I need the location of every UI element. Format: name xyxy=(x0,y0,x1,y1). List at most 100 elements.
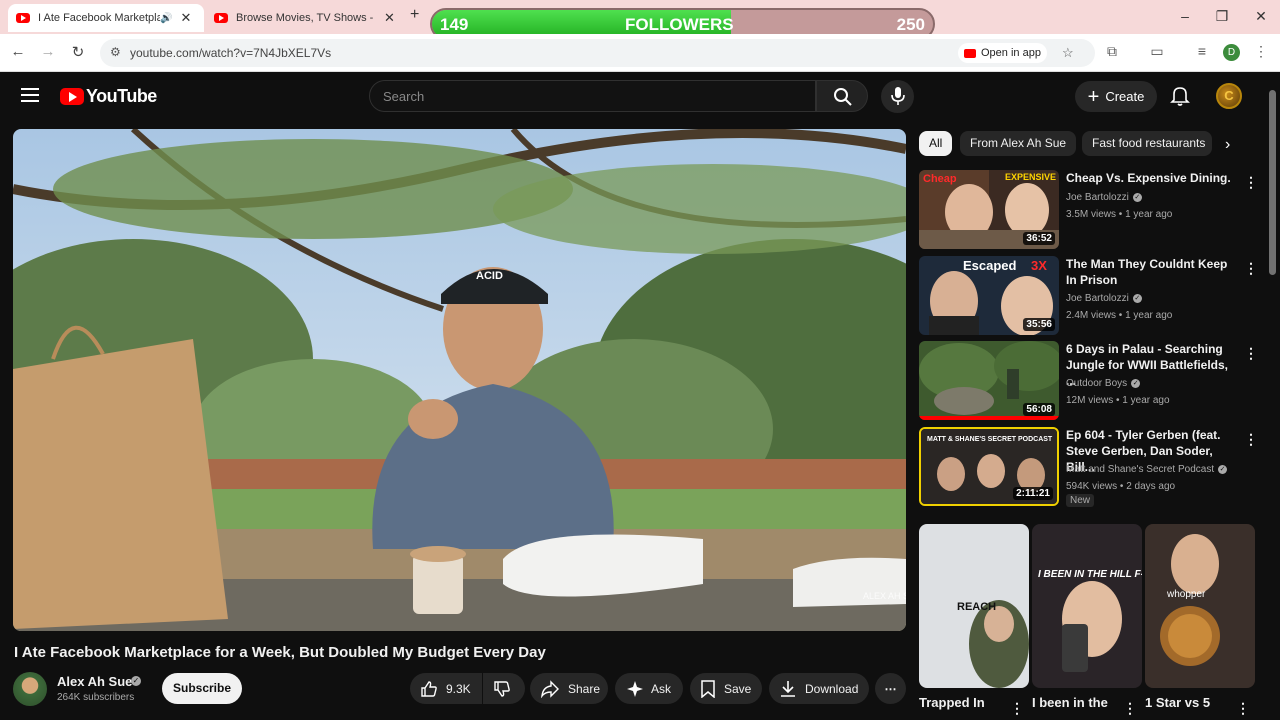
more-vertical-icon[interactable]: ⋮ xyxy=(1236,700,1250,717)
new-tab-icon[interactable]: + xyxy=(410,6,419,24)
more-vertical-icon[interactable]: ⋮ xyxy=(1244,174,1258,191)
shorts-title[interactable]: I been in the xyxy=(1032,695,1108,710)
shorts-title[interactable]: 1 Star vs 5 xyxy=(1145,695,1210,710)
video-player[interactable]: ACID ALEX AH SUE xyxy=(13,129,906,631)
verified-check-icon: ✓ xyxy=(1132,293,1142,303)
youtube-play-logo-icon xyxy=(60,88,84,105)
thumb-overlay-text: EXPENSIVE xyxy=(1005,172,1056,182)
shorts-item[interactable]: whopper xyxy=(1145,524,1255,688)
recommendation-channel[interactable]: Outdoor Boys ✓ xyxy=(1066,378,1141,389)
more-actions-button[interactable]: ⋯ xyxy=(875,673,906,704)
open-in-app-button[interactable]: Open in app xyxy=(958,43,1047,63)
forward-icon[interactable]: → xyxy=(38,43,58,60)
browser-menu-icon[interactable]: ⋮ xyxy=(1251,43,1271,60)
recommendation-item[interactable]: 56:08 6 Days in Palau - Searching Jungle… xyxy=(919,341,1264,421)
youtube-logo[interactable]: YouTube xyxy=(60,86,157,107)
subscribe-button[interactable]: Subscribe xyxy=(162,673,242,704)
shorts-title[interactable]: Trapped In xyxy=(919,695,985,710)
voice-search-button[interactable] xyxy=(881,80,914,113)
channel-label: Matt and Shane's Secret Podcast xyxy=(1066,464,1215,475)
verified-check-icon: ✓ xyxy=(1132,192,1142,202)
ask-button[interactable]: Ask xyxy=(615,673,683,704)
video-thumbnail[interactable]: MATT & SHANE'S SECRET PODCAST 2:11:21 xyxy=(919,427,1059,506)
more-vertical-icon[interactable]: ⋮ xyxy=(1010,700,1024,717)
download-icon xyxy=(781,680,795,697)
svg-text:ACID: ACID xyxy=(476,270,503,282)
verified-check-icon: ✓ xyxy=(1131,378,1141,388)
share-button[interactable]: Share xyxy=(530,673,608,704)
search-input[interactable]: Search xyxy=(369,80,816,112)
cast-icon[interactable]: ▭ xyxy=(1147,43,1167,60)
like-count: 9.3K xyxy=(446,681,471,696)
recommendation-title[interactable]: The Man They Couldnt Keep In Prison xyxy=(1066,256,1234,288)
more-vertical-icon[interactable]: ⋮ xyxy=(1244,345,1258,362)
speaker-icon[interactable]: 🔊 xyxy=(160,13,172,24)
recommendation-meta: 3.5M views • 1 year ago xyxy=(1066,209,1173,220)
tab-youtube-video[interactable]: I Ate Facebook Marketplace for a 🔊 ✕ xyxy=(8,4,204,32)
youtube-favicon-icon xyxy=(214,13,228,23)
chevron-right-icon[interactable]: › xyxy=(1225,136,1230,154)
search-placeholder: Search xyxy=(383,89,425,104)
channel-label: Outdoor Boys xyxy=(1066,378,1128,389)
menu-icon[interactable] xyxy=(21,88,39,106)
followers-label: FOLLOWERS xyxy=(625,15,734,34)
recommendation-item[interactable]: MATT & SHANE'S SECRET PODCAST 2:11:21 Ep… xyxy=(919,427,1264,507)
url-text: youtube.com/watch?v=7N4JbXEL7Vs xyxy=(130,46,332,60)
download-label: Download xyxy=(805,681,859,696)
extensions-icon[interactable]: ⧉ xyxy=(1102,43,1122,60)
video-thumbnail[interactable]: 56:08 xyxy=(919,341,1059,420)
microphone-icon xyxy=(891,87,905,105)
recommendation-item[interactable]: Escaped 3X 35:56 The Man They Couldnt Ke… xyxy=(919,256,1264,336)
more-vertical-icon[interactable]: ⋮ xyxy=(1244,431,1258,448)
create-button[interactable]: + Create xyxy=(1075,81,1157,112)
bookmark-icon xyxy=(701,679,715,698)
download-button[interactable]: Download xyxy=(769,673,869,704)
notifications-bell-icon[interactable] xyxy=(1170,85,1190,107)
channel-label: Joe Bartolozzi xyxy=(1066,192,1129,203)
browser-profile-avatar[interactable]: D xyxy=(1223,44,1240,61)
channel-avatar[interactable] xyxy=(13,672,47,706)
shorts-item[interactable]: I BEEN IN THE HILL F- xyxy=(1032,524,1142,688)
shorts-item[interactable]: REACH xyxy=(919,524,1029,688)
close-tab-icon[interactable]: ✕ xyxy=(180,10,191,26)
scrollbar-thumb[interactable] xyxy=(1269,90,1276,275)
recommendation-item[interactable]: Cheap EXPENSIVE 36:52 Cheap Vs. Expensiv… xyxy=(919,170,1264,250)
minimize-icon[interactable]: – xyxy=(1175,8,1195,24)
address-bar[interactable]: ⚙ youtube.com/watch?v=7N4JbXEL7Vs Open i… xyxy=(100,39,1095,67)
search-button[interactable] xyxy=(816,80,868,112)
more-vertical-icon[interactable]: ⋮ xyxy=(1123,700,1137,717)
site-info-icon[interactable]: ⚙ xyxy=(110,45,121,59)
ask-label: Ask xyxy=(651,681,672,696)
tab-yflix[interactable]: Browse Movies, TV Shows - yFlix ✕ xyxy=(206,4,406,32)
channel-name[interactable]: Alex Ah Sue xyxy=(57,674,132,689)
save-button[interactable]: Save xyxy=(690,673,762,704)
video-frame: ACID ALEX AH SUE xyxy=(13,129,906,631)
thumbs-down-icon xyxy=(494,680,510,697)
shorts-overlay-text: whopper xyxy=(1166,589,1206,600)
chip-all[interactable]: All xyxy=(919,131,953,156)
recommendation-channel[interactable]: Matt and Shane's Secret Podcast ✓ xyxy=(1066,464,1228,475)
recommendation-channel[interactable]: Joe Bartolozzi ✓ xyxy=(1066,293,1142,304)
video-thumbnail[interactable]: Escaped 3X 35:56 xyxy=(919,256,1059,335)
browser-toolbar: ← → ↻ ⚙ youtube.com/watch?v=7N4JbXEL7Vs … xyxy=(0,34,1280,72)
account-avatar[interactable]: C xyxy=(1216,83,1242,109)
video-duration: 35:56 xyxy=(1023,318,1055,331)
close-tab-icon[interactable]: ✕ xyxy=(384,10,395,26)
restore-icon[interactable]: ❐ xyxy=(1212,8,1232,25)
media-control-icon[interactable]: ≡ xyxy=(1192,43,1212,59)
thumb-overlay-text: 3X xyxy=(1031,258,1047,273)
recommendation-channel[interactable]: Joe Bartolozzi ✓ xyxy=(1066,192,1142,203)
chip-from-channel[interactable]: From Alex Ah Sue xyxy=(960,131,1077,156)
video-title: I Ate Facebook Marketplace for a Week, B… xyxy=(14,644,546,661)
close-window-icon[interactable]: ✕ xyxy=(1251,8,1271,25)
back-icon[interactable]: ← xyxy=(8,43,28,60)
dislike-button[interactable] xyxy=(483,673,525,704)
more-vertical-icon[interactable]: ⋮ xyxy=(1244,260,1258,277)
reload-icon[interactable]: ↻ xyxy=(68,43,88,61)
video-thumbnail[interactable]: Cheap EXPENSIVE 36:52 xyxy=(919,170,1059,249)
bookmark-star-icon[interactable]: ☆ xyxy=(1062,45,1074,61)
chip-topic[interactable]: Fast food restaurants xyxy=(1082,131,1212,156)
recommendation-title[interactable]: Cheap Vs. Expensive Dining. xyxy=(1066,170,1234,186)
like-button[interactable]: 9.3K xyxy=(410,673,482,704)
thumb-overlay-text: Escaped xyxy=(963,258,1017,273)
